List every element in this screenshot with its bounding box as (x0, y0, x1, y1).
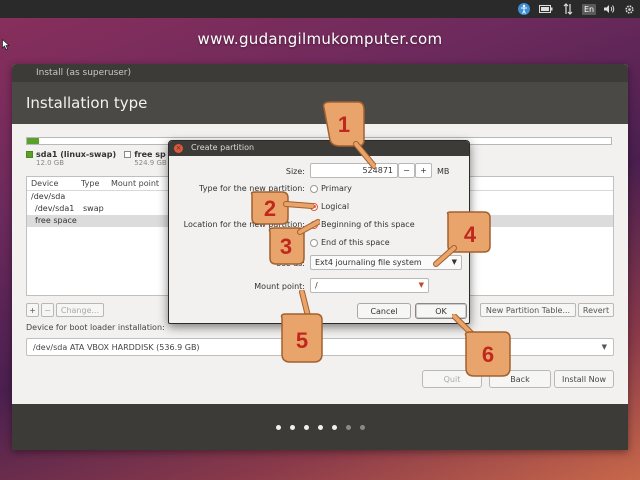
radio-end-of-space[interactable]: End of this space (310, 238, 390, 247)
revert-button[interactable]: Revert (578, 303, 614, 317)
size-decrement-button[interactable]: − (398, 163, 415, 178)
legend-item-free: free sp 524.9 GB (124, 150, 167, 167)
progress-dot (345, 425, 351, 430)
progress-dot (275, 425, 281, 430)
column-header-type[interactable]: Type (81, 179, 99, 188)
mount-point-input[interactable]: / ▼ (310, 278, 429, 293)
row-device: /dev/sda (31, 192, 66, 201)
progress-dots (12, 425, 628, 430)
annotation-number: 3 (280, 234, 292, 259)
window-title: Install (as superuser) (36, 68, 132, 78)
network-icon[interactable] (561, 2, 575, 16)
legend-name: free sp (134, 150, 166, 159)
legend-item-swap: sda1 (linux-swap) 12.0 GB (26, 150, 116, 167)
volume-icon[interactable] (602, 2, 616, 16)
watermark-text: www.gudangilmukomputer.com (197, 30, 443, 48)
row-device: free space (35, 216, 77, 225)
progress-dot (317, 425, 323, 430)
column-header-device[interactable]: Device (31, 179, 58, 188)
radio-label: Beginning of this space (321, 220, 415, 229)
window-titlebar: Install (as superuser) (12, 64, 628, 82)
disk-legend: sda1 (linux-swap) 12.0 GB free sp 524.9 … (26, 150, 167, 167)
legend-name: sda1 (linux-swap) (36, 150, 117, 159)
legend-swatch (124, 151, 132, 158)
progress-dot (303, 425, 309, 430)
cancel-button[interactable]: Cancel (357, 303, 411, 319)
install-now-button[interactable]: Install Now (554, 370, 614, 388)
annotation-number: 1 (338, 112, 350, 137)
pointing-hand-icon: 5 (280, 290, 323, 363)
remove-partition-button[interactable]: − (41, 303, 54, 317)
annotation-number: 6 (482, 342, 494, 367)
dialog-title: Create partition (191, 143, 255, 152)
accessibility-icon[interactable] (517, 2, 531, 16)
bootloader-device-value: /dev/sda ATA VBOX HARDDISK (536.9 GB) (33, 343, 200, 352)
pointing-hand-icon: 3 (268, 219, 320, 265)
battery-icon[interactable] (538, 2, 554, 16)
column-header-mount[interactable]: Mount point (111, 179, 159, 188)
page-title: Installation type (26, 94, 148, 112)
chevron-down-icon: ▼ (601, 343, 607, 351)
radio-label: End of this space (321, 238, 390, 247)
size-increment-button[interactable]: + (415, 163, 432, 178)
keyboard-lang-label: En (581, 3, 597, 15)
disk-usage-fill (27, 138, 39, 144)
close-icon[interactable]: × (174, 144, 183, 153)
radio-beginning-of-space[interactable]: Beginning of this space (310, 220, 415, 229)
add-partition-button[interactable]: + (26, 303, 39, 317)
annotation-number: 5 (296, 328, 308, 353)
size-label: Size: (285, 167, 305, 176)
radio-primary[interactable]: Primary (310, 184, 352, 193)
chevron-down-icon[interactable]: ▼ (419, 281, 424, 289)
use-as-value: Ext4 journaling file system (315, 258, 422, 267)
change-partition-button[interactable]: Change... (56, 303, 104, 317)
pointing-hand-icon: 1 (322, 101, 376, 169)
pointing-hand-icon: 4 (433, 211, 491, 267)
progress-dot (359, 425, 365, 430)
radio-label: Logical (321, 202, 350, 211)
mount-point-value: / (315, 281, 318, 290)
legend-swatch (26, 151, 33, 158)
progress-dot (289, 425, 295, 430)
keyboard-layout-indicator[interactable]: En (581, 2, 597, 16)
legend-size: 524.9 GB (134, 159, 167, 167)
progress-dot (331, 425, 337, 430)
gear-icon[interactable] (622, 2, 636, 16)
size-unit: MB (437, 167, 450, 176)
row-device: /dev/sda1 (35, 204, 75, 213)
pointing-hand-icon: 6 (452, 314, 511, 377)
radio-label: Primary (321, 184, 352, 193)
annotation-number: 4 (464, 222, 477, 247)
top-panel: En (0, 0, 640, 18)
radio-logical[interactable]: Logical (310, 202, 349, 211)
bootloader-label: Device for boot loader installation: (26, 323, 165, 332)
row-type: swap (83, 204, 104, 213)
legend-size: 12.0 GB (36, 159, 65, 167)
